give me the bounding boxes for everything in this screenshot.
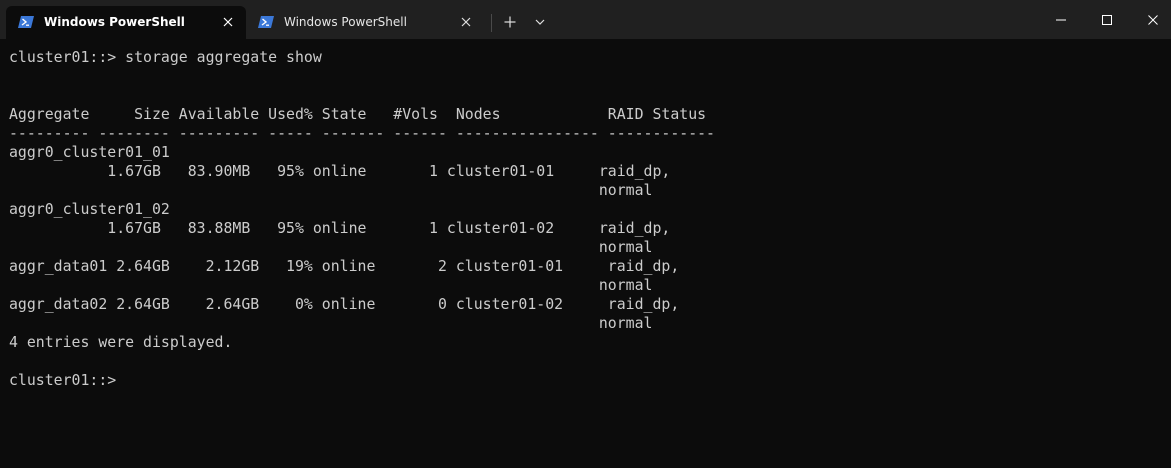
- tab-windows-powershell-2[interactable]: Windows PowerShell: [246, 6, 484, 39]
- tab-windows-powershell-1[interactable]: Windows PowerShell: [6, 6, 246, 39]
- powershell-icon: [18, 16, 34, 28]
- table-row: normal: [9, 314, 653, 332]
- close-icon[interactable]: [456, 12, 476, 32]
- table-row: 1.67GB 83.90MB 95% online 1 cluster01-01…: [9, 162, 671, 180]
- table-row: 1.67GB 83.88MB 95% online 1 cluster01-02…: [9, 219, 671, 237]
- table-row: aggr_data01 2.64GB 2.12GB 19% online 2 c…: [9, 257, 680, 275]
- maximize-icon: [1102, 14, 1112, 25]
- table-row: aggr0_cluster01_01: [9, 143, 170, 161]
- title-bar: Windows PowerShell Windows PowerShell: [0, 0, 1171, 39]
- terminal-text: cluster01::> storage aggregate showAggre…: [9, 48, 715, 390]
- close-icon[interactable]: [218, 12, 238, 32]
- table-row: aggr_data02 2.64GB 2.64GB 0% online 0 cl…: [9, 295, 680, 313]
- table-row: normal: [9, 181, 653, 199]
- entries-summary: 4 entries were displayed.: [9, 333, 233, 351]
- table-row: normal: [9, 238, 653, 256]
- maximize-button[interactable]: [1084, 0, 1130, 39]
- close-window-button[interactable]: [1130, 0, 1171, 39]
- plus-icon: [504, 16, 516, 28]
- tab-dropdown-button[interactable]: [530, 12, 550, 32]
- table-row: normal: [9, 276, 653, 294]
- minimize-button[interactable]: [1038, 0, 1084, 39]
- table-row: aggr0_cluster01_02: [9, 200, 170, 218]
- terminal-output[interactable]: cluster01::> storage aggregate showAggre…: [0, 39, 1171, 468]
- minimize-icon: [1056, 19, 1066, 20]
- table-header-separator: --------- -------- --------- ----- -----…: [9, 124, 715, 142]
- tab-label: Windows PowerShell: [284, 15, 407, 29]
- tab-label: Windows PowerShell: [44, 15, 185, 29]
- terminal-line: cluster01::> storage aggregate show: [9, 48, 322, 66]
- powershell-icon: [258, 16, 274, 28]
- close-icon: [1148, 14, 1158, 25]
- terminal-window: Windows PowerShell Windows PowerShell cl…: [0, 0, 1171, 468]
- command-prompt[interactable]: cluster01::>: [9, 371, 715, 390]
- new-tab-button[interactable]: [500, 12, 520, 32]
- table-header: Aggregate Size Available Used% State #Vo…: [9, 105, 707, 123]
- tab-separator: [491, 14, 492, 32]
- chevron-down-icon: [535, 19, 545, 25]
